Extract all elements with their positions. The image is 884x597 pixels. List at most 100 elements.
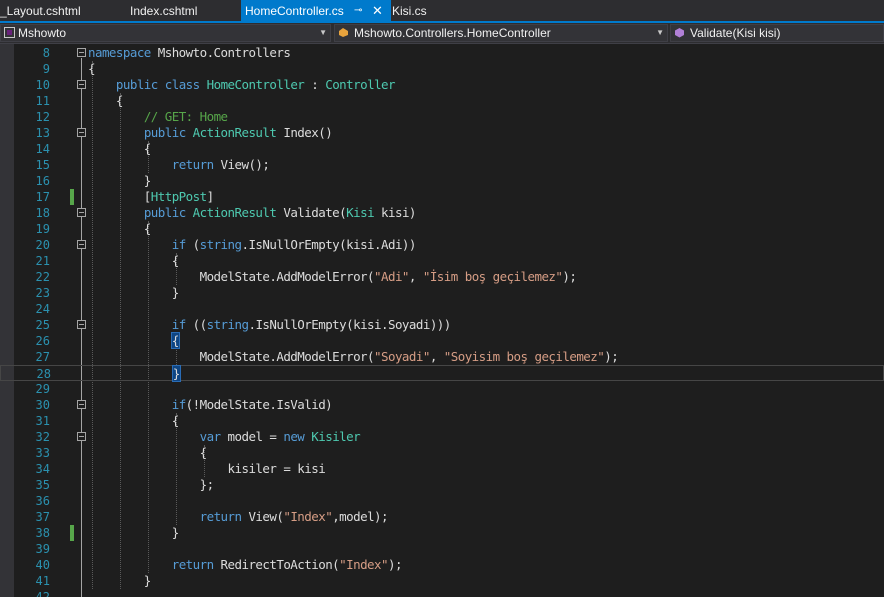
code-text: { (88, 253, 180, 268)
collapse-toggle-icon[interactable] (77, 240, 86, 249)
class-icon (339, 28, 348, 37)
tab-kisi-cs[interactable]: Kisi.cs (392, 0, 452, 21)
code-line[interactable]: 21 { (0, 253, 884, 269)
code-text: if ((string.IsNullOrEmpty(kisi.Soyadi))) (171, 317, 452, 332)
line-number: 35 (35, 478, 50, 492)
code-line[interactable]: 37 return View("Index",model); (0, 509, 884, 525)
code-line[interactable]: 26 { (0, 332, 884, 349)
tab-label: Kisi.cs (392, 4, 427, 18)
code-text: return RedirectToAction("Index"); (171, 557, 403, 572)
code-line[interactable]: 23 } (0, 285, 884, 301)
code-line[interactable]: 9{ (0, 61, 884, 77)
chevron-down-icon: ▼ (319, 28, 327, 37)
line-number: 33 (35, 446, 50, 460)
chevron-down-icon: ▼ (656, 28, 664, 37)
line-number: 10 (35, 78, 50, 92)
line-number: 28 (36, 367, 51, 381)
class-name: Mshowto.Controllers.HomeController (354, 26, 551, 40)
code-editor[interactable]: 8 namespace Mshowto.Controllers 9{10 publi… (0, 44, 884, 597)
tab-label: _Layout.cshtml (0, 4, 81, 18)
code-line[interactable]: 17 [HttpPost] (0, 189, 884, 205)
code-line[interactable]: 38 } (0, 525, 884, 541)
line-number: 42 (35, 590, 50, 597)
code-text: { (88, 221, 152, 236)
class-dropdown[interactable]: Mshowto.Controllers.HomeController ▼ (334, 24, 668, 42)
collapse-toggle-icon[interactable] (77, 48, 86, 57)
tab-homecontroller-cs[interactable]: HomeController.cs ⊸ ✕ (241, 0, 391, 21)
line-number: 17 (35, 190, 50, 204)
code-line[interactable]: 20 if (string.IsNullOrEmpty(kisi.Adi)) (0, 237, 884, 253)
line-number: 27 (35, 350, 50, 364)
code-line[interactable]: 33 { (0, 445, 884, 461)
line-number: 34 (35, 462, 50, 476)
code-text: var model = new Kisiler (199, 429, 361, 444)
line-number: 37 (35, 510, 50, 524)
line-number: 11 (35, 94, 50, 108)
code-line[interactable]: 42 (0, 589, 884, 597)
navigation-bar: Mshowto ▼ Mshowto.Controllers.HomeContro… (0, 23, 884, 44)
code-line[interactable]: 34 kisiler = kisi (0, 461, 884, 477)
line-number: 18 (35, 206, 50, 220)
code-line[interactable]: 24 (0, 301, 884, 317)
collapse-toggle-icon[interactable] (77, 128, 86, 137)
line-number: 40 (35, 558, 50, 572)
change-marker (70, 189, 74, 205)
line-number: 19 (35, 222, 50, 236)
collapse-toggle-icon[interactable] (77, 400, 86, 409)
code-text: { (88, 141, 152, 156)
pin-icon[interactable]: ⊸ (354, 0, 362, 21)
collapse-toggle-icon[interactable] (77, 80, 86, 89)
code-line[interactable]: 12 // GET: Home (0, 109, 884, 125)
tab-label: Index.cshtml (130, 4, 198, 18)
code-line[interactable]: 10 public class HomeController : Control… (0, 77, 884, 93)
code-line-current[interactable]: 28 } (0, 365, 884, 382)
collapse-toggle-icon[interactable] (77, 432, 86, 441)
code-text: } (89, 365, 181, 382)
code-line[interactable]: 30 if(!ModelState.IsValid) (0, 397, 884, 413)
code-line[interactable]: 13 public ActionResult Index() (0, 125, 884, 141)
code-text: [HttpPost] (88, 189, 214, 204)
code-line[interactable]: 22 ModelState.AddModelError("Adi", "İsim… (0, 269, 884, 285)
code-text: return View("Index",model); (199, 509, 389, 524)
code-text: public ActionResult Validate(Kisi kisi) (143, 205, 417, 220)
code-line[interactable]: 29 (0, 381, 884, 397)
code-line[interactable]: 31 { (0, 413, 884, 429)
code-line[interactable]: 40 return RedirectToAction("Index"); (0, 557, 884, 573)
code-line[interactable]: 41 } (0, 573, 884, 589)
code-text: kisiler = kisi (88, 461, 326, 476)
code-line[interactable]: 11 { (0, 93, 884, 109)
close-icon[interactable]: ✕ (372, 0, 383, 21)
code-line[interactable]: 18 public ActionResult Validate(Kisi kis… (0, 205, 884, 221)
code-text: if (string.IsNullOrEmpty(kisi.Adi)) (171, 237, 417, 252)
tab-layout-cshtml[interactable]: _Layout.cshtml (0, 0, 118, 21)
code-text: { (88, 93, 124, 108)
line-number: 16 (35, 174, 50, 188)
collapse-toggle-icon[interactable] (77, 320, 86, 329)
code-text: ModelState.AddModelError("Adi", "İsim bo… (88, 269, 577, 284)
code-line[interactable]: 16 } (0, 173, 884, 189)
tab-index-cshtml[interactable]: Index.cshtml (130, 0, 238, 21)
line-number: 39 (35, 542, 50, 556)
code-line[interactable]: 15 return View(); (0, 157, 884, 173)
code-line[interactable]: 14 { (0, 141, 884, 157)
project-dropdown[interactable]: Mshowto ▼ (0, 24, 331, 42)
code-text: } (88, 285, 180, 300)
code-line[interactable]: 32 var model = new Kisiler (0, 429, 884, 445)
code-line[interactable]: 19 { (0, 221, 884, 237)
code-line[interactable]: 8 namespace Mshowto.Controllers (0, 45, 884, 61)
line-number: 36 (35, 494, 50, 508)
code-text: { (88, 445, 208, 460)
line-number: 8 (42, 46, 50, 60)
code-line[interactable]: 36 (0, 493, 884, 509)
line-number: 25 (35, 318, 50, 332)
code-line[interactable]: 27 ModelState.AddModelError("Soyadi", "S… (0, 349, 884, 365)
line-number: 23 (35, 286, 50, 300)
member-dropdown[interactable]: Validate(Kisi kisi) (670, 24, 884, 42)
collapse-toggle-icon[interactable] (77, 208, 86, 217)
line-number: 20 (35, 238, 50, 252)
line-number: 26 (35, 334, 50, 348)
code-line[interactable]: 39 (0, 541, 884, 557)
code-line[interactable]: 25 if ((string.IsNullOrEmpty(kisi.Soyadi… (0, 317, 884, 333)
code-text: // GET: Home (143, 109, 228, 124)
code-line[interactable]: 35 }; (0, 477, 884, 493)
